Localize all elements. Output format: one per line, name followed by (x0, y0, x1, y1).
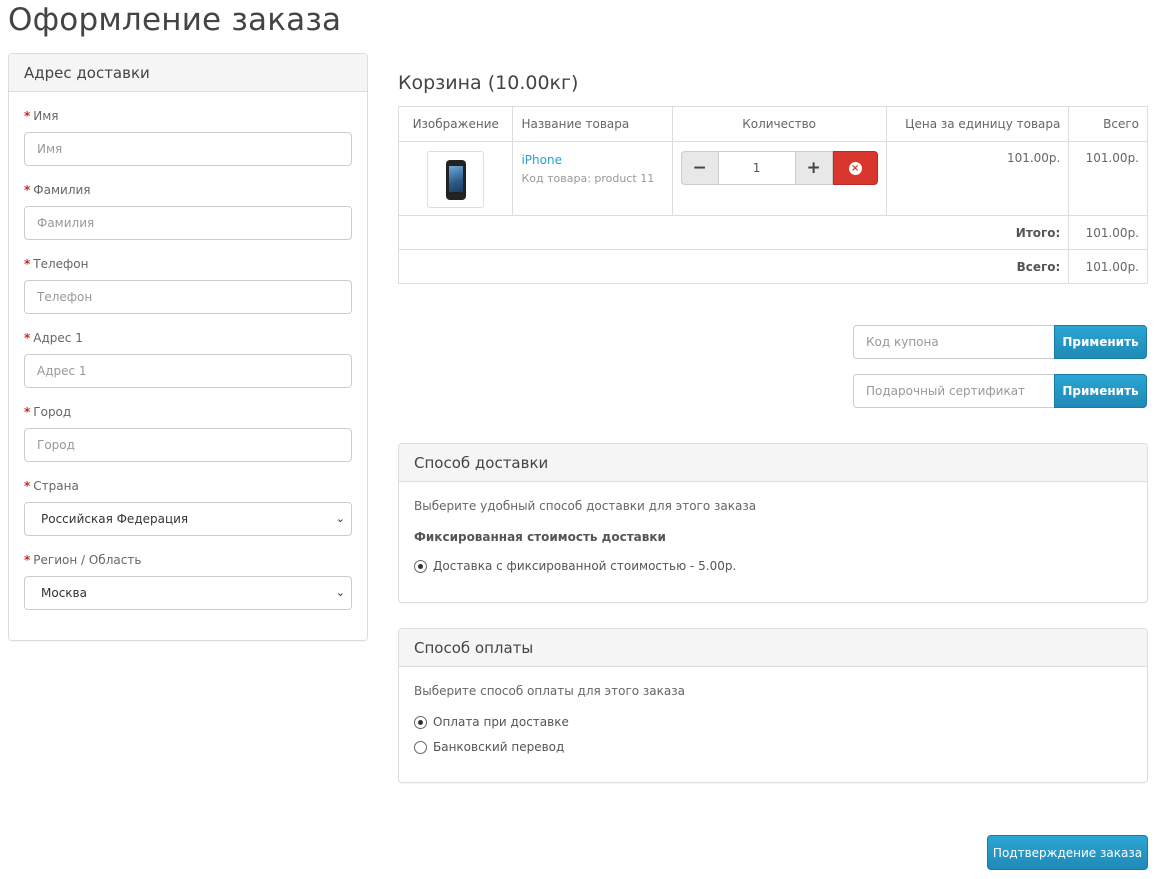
subtotal-row: Итого: 101.00р. (397, 215, 1148, 250)
column-header-unit-price: Цена за единицу товара (885, 106, 1070, 142)
decrease-quantity-button[interactable]: − (680, 151, 719, 185)
chevron-down-icon: ⌄ (335, 586, 345, 599)
region-select-value: Москва (41, 586, 87, 600)
subtotal-value: 101.00р. (1068, 215, 1148, 250)
payment-option-bank-transfer[interactable]: Банковский перевод (414, 740, 1132, 754)
shipping-option-flat[interactable]: Доставка с фиксированной стоимостью - 5.… (414, 559, 1132, 573)
increase-quantity-button[interactable]: + (794, 151, 833, 185)
required-mark: * (24, 479, 31, 493)
phone-input[interactable] (24, 280, 352, 314)
address-panel-heading: Адрес доставки (9, 54, 367, 92)
first-name-input[interactable] (24, 132, 352, 166)
address1-input[interactable] (24, 354, 352, 388)
radio-button-checked[interactable] (414, 715, 427, 729)
quantity-stepper: − 1 + × (680, 151, 878, 185)
times-circle-icon: × (848, 161, 862, 175)
city-input[interactable] (24, 428, 352, 462)
cart-table: Изображение Название товара Количество Ц… (397, 106, 1148, 284)
shipping-description: Выберите удобный способ доставки для это… (414, 499, 757, 513)
minus-icon: − (692, 158, 707, 178)
product-image-cell (397, 141, 514, 216)
required-mark: * (24, 109, 31, 123)
voucher-input[interactable] (853, 374, 1054, 408)
region-group: * Регион / Область Москва ⌄ (24, 544, 352, 618)
quantity-cell: − 1 + × (671, 141, 887, 216)
item-total-cell: 101.00р. (1068, 141, 1148, 216)
product-model: Код товара: product 11 (521, 172, 655, 185)
first-name-label: * Имя (24, 109, 59, 123)
quantity-input[interactable]: 1 (718, 151, 795, 185)
column-header-image: Изображение (397, 106, 514, 142)
city-label: * Город (24, 405, 72, 419)
coupon-input[interactable] (853, 325, 1054, 359)
required-mark: * (24, 183, 31, 197)
shipping-address-panel: Адрес доставки *Имя *Фамилия *Телефон *А… (8, 53, 368, 641)
cart-title: Корзина (10.00кг) (398, 72, 579, 94)
table-row: iPhone Код товара: product 11 − 1 + × 10… (397, 141, 1148, 216)
phone-label: * Телефон (24, 257, 89, 271)
last-name-input[interactable] (24, 206, 352, 240)
country-select-value: Российская Федерация (41, 512, 189, 526)
region-label: * Регион / Область (24, 553, 142, 567)
payment-description: Выберите способ оплаты для этого заказа (414, 684, 685, 698)
grand-total-row: Всего: 101.00р. (397, 249, 1148, 284)
region-select[interactable]: Москва ⌄ (24, 576, 352, 610)
last-name-group: * Фамилия (24, 174, 352, 248)
city-group: * Город (24, 396, 352, 470)
subtotal-label: Итого: (397, 215, 1070, 250)
country-group: * Страна Российская Федерация ⌄ (24, 470, 352, 544)
shipping-method-heading: Способ доставки (399, 444, 1147, 482)
address1-label: * Адрес 1 (24, 331, 83, 345)
column-header-total: Всего (1068, 106, 1148, 142)
payment-method-panel: Способ оплаты Выберите способ оплаты для… (398, 628, 1148, 783)
shipping-method-panel: Способ доставки Выберите удобный способ … (398, 443, 1148, 603)
product-link[interactable]: iPhone (521, 153, 663, 167)
shipping-option-label: Доставка с фиксированной стоимостью - 5.… (433, 559, 737, 573)
cart-header-row: Изображение Название товара Количество Ц… (397, 106, 1148, 142)
payment-option-label: Банковский перевод (433, 740, 565, 754)
coupon-form: Применить (853, 325, 1147, 359)
required-mark: * (24, 257, 31, 271)
shipping-group-title: Фиксированная стоимость доставки (414, 530, 666, 544)
payment-option-cod[interactable]: Оплата при доставке (414, 715, 1132, 729)
required-mark: * (24, 553, 31, 567)
grand-total-label: Всего: (397, 249, 1070, 284)
first-name-group: * Имя (24, 100, 352, 174)
phone-group: * Телефон (24, 248, 352, 322)
column-header-name: Название товара (512, 106, 673, 142)
country-label: * Страна (24, 479, 79, 493)
unit-price-cell: 101.00р. (885, 141, 1070, 216)
voucher-form: Применить (853, 374, 1147, 408)
plus-icon: + (806, 158, 821, 178)
required-mark: * (24, 331, 31, 345)
remove-item-button[interactable]: × (832, 151, 878, 185)
column-header-quantity: Количество (671, 106, 887, 142)
chevron-down-icon: ⌄ (335, 512, 345, 525)
required-mark: * (24, 405, 31, 419)
grand-total-value: 101.00р. (1068, 249, 1148, 284)
page-title: Оформление заказа (8, 2, 342, 38)
iphone-image (445, 159, 466, 200)
payment-option-label: Оплата при доставке (433, 715, 569, 729)
product-name-cell: iPhone Код товара: product 11 (512, 141, 673, 216)
confirm-order-button[interactable]: Подтверждение заказа (987, 835, 1148, 870)
product-thumbnail[interactable] (427, 151, 485, 208)
apply-coupon-button[interactable]: Применить (1054, 325, 1147, 359)
apply-voucher-button[interactable]: Применить (1054, 374, 1147, 408)
last-name-label: * Фамилия (24, 183, 91, 197)
country-select[interactable]: Российская Федерация ⌄ (24, 502, 352, 536)
address1-group: * Адрес 1 (24, 322, 352, 396)
radio-button-unchecked[interactable] (414, 740, 427, 754)
payment-method-heading: Способ оплаты (399, 629, 1147, 667)
radio-button-checked[interactable] (414, 559, 427, 573)
